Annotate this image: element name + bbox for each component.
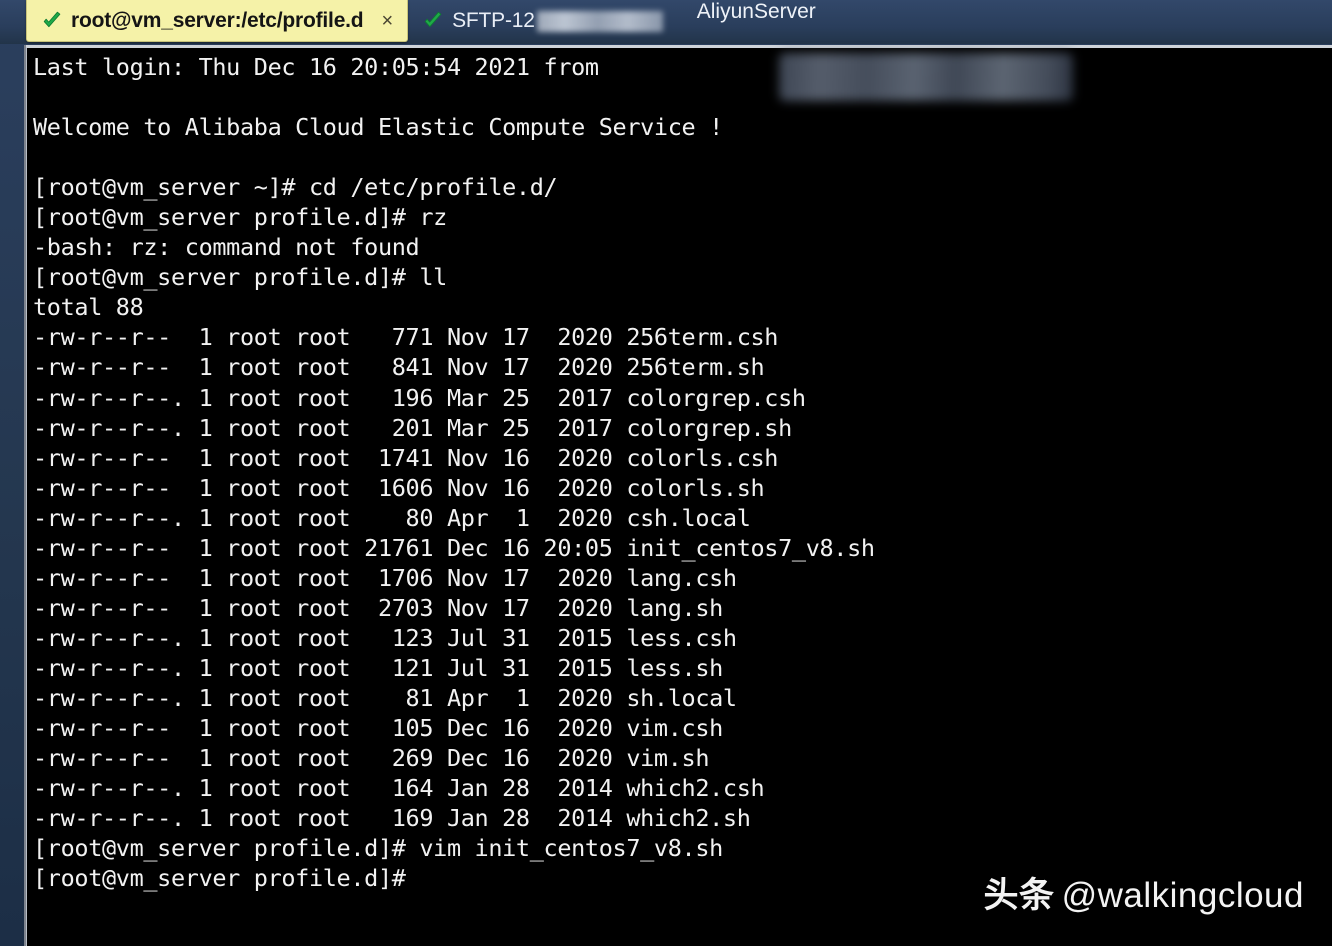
terminal-line: -rw-r--r--. 1 root root 123 Jul 31 2015 … [33, 623, 737, 652]
terminal-line: Welcome to Alibaba Cloud Elastic Compute… [33, 113, 723, 142]
tab-ssh-label: root@vm_server:/etc/profile.d [71, 8, 364, 32]
terminal-line: -rw-r--r-- 1 root root 1706 Nov 17 2020 … [33, 563, 737, 592]
check-icon [424, 11, 442, 28]
terminal-line: -rw-r--r-- 1 root root 269 Dec 16 2020 v… [33, 744, 710, 773]
check-icon [43, 11, 61, 27]
terminal-line: -rw-r--r--. 1 root root 169 Jan 28 2014 … [33, 804, 751, 833]
terminal-line: -rw-r--r--. 1 root root 81 Apr 1 2020 sh… [33, 683, 737, 712]
terminal-line: [root@vm_server profile.d]# vim init_cen… [33, 834, 723, 863]
terminal-line: -rw-r--r-- 1 root root 1606 Nov 16 2020 … [33, 473, 765, 502]
terminal-line: [root@vm_server profile.d]# rz [33, 203, 447, 232]
terminal-line: -rw-r--r--. 1 root root 201 Mar 25 2017 … [33, 413, 792, 442]
tab-ssh-session[interactable]: root@vm_server:/etc/profile.d × [26, 0, 409, 42]
tab-close-icon[interactable]: × [381, 11, 393, 31]
terminal-line: -rw-r--r--. 1 root root 121 Jul 31 2015 … [33, 653, 723, 682]
terminal-line: -rw-r--r--. 1 root root 196 Mar 25 2017 … [33, 383, 806, 412]
tab-sftp-label: SFTP-12 [452, 9, 535, 32]
tab-bar: root@vm_server:/etc/profile.d × SFTP-12 … [0, 0, 1332, 44]
terminal-output[interactable]: Last login: Thu Dec 16 20:05:54 2021 fro… [33, 52, 1332, 946]
terminal-line: Last login: Thu Dec 16 20:05:54 2021 fro… [33, 53, 599, 81]
terminal-window: root@vm_server:/etc/profile.d × SFTP-12 … [0, 0, 1332, 946]
redacted-host-blur [536, 10, 663, 32]
terminal-line: -rw-r--r-- 1 root root 1741 Nov 16 2020 … [33, 443, 779, 472]
terminal-line: -bash: rz: command not found [33, 233, 420, 262]
tab-sftp-session[interactable]: SFTP-12 [408, 0, 677, 42]
terminal-frame: Last login: Thu Dec 16 20:05:54 2021 fro… [24, 45, 1332, 946]
terminal-line: [root@vm_server ~]# cd /etc/profile.d/ [33, 173, 558, 202]
server-name-label: AliyunServer [696, 0, 816, 23]
terminal-line: -rw-r--r-- 1 root root 21761 Dec 16 20:0… [33, 533, 875, 562]
terminal-line: [root@vm_server profile.d]# ll [33, 263, 447, 292]
terminal-line: -rw-r--r--. 1 root root 80 Apr 1 2020 cs… [33, 503, 751, 532]
terminal-line: -rw-r--r-- 1 root root 841 Nov 17 2020 2… [33, 353, 765, 382]
terminal-line: total 88 [33, 293, 144, 322]
terminal-line: -rw-r--r--. 1 root root 164 Jan 28 2014 … [33, 774, 765, 803]
terminal-line: -rw-r--r-- 1 root root 105 Dec 16 2020 v… [33, 714, 723, 743]
terminal-line: [root@vm_server profile.d]# [33, 864, 406, 893]
terminal-line: -rw-r--r-- 1 root root 2703 Nov 17 2020 … [33, 593, 723, 622]
terminal-line: -rw-r--r-- 1 root root 771 Nov 17 2020 2… [33, 323, 779, 352]
